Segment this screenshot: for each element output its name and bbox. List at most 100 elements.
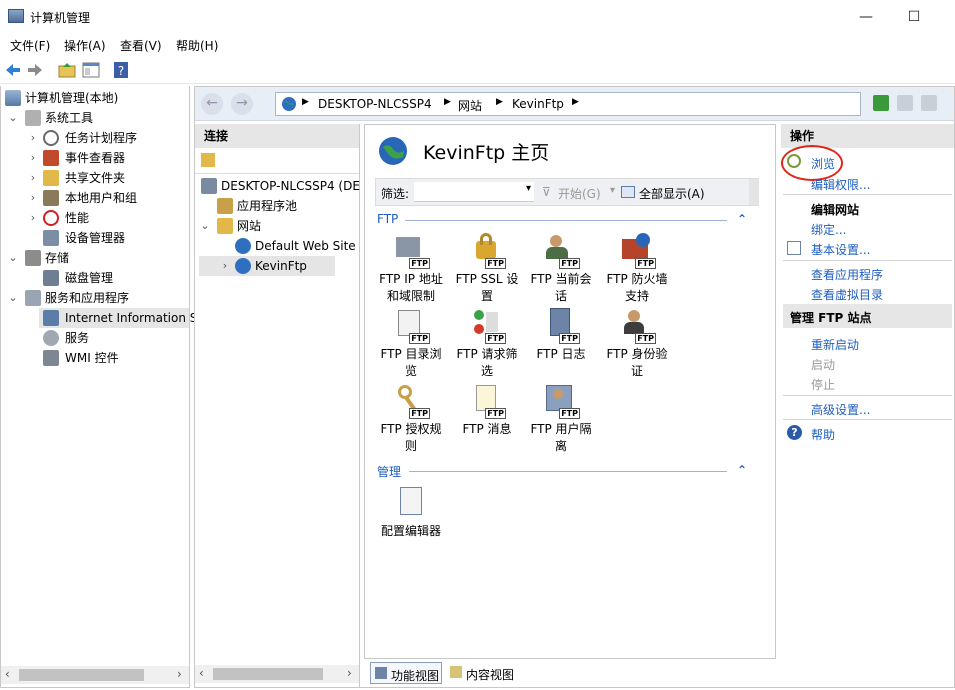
minimize-button[interactable]: — <box>846 6 886 28</box>
section-manage-ftp-site: 管理 FTP 站点 <box>790 311 872 325</box>
conn-kevinftp[interactable]: › KevinFtp <box>199 256 335 276</box>
connect-icon[interactable] <box>201 153 215 167</box>
feature-ftp-authentication[interactable]: FTP FTP 身份验证 <box>601 308 673 380</box>
maximize-button[interactable]: ☐ <box>894 6 934 28</box>
chevron-right-icon[interactable]: › <box>27 188 39 208</box>
group-management-header[interactable]: 管理 <box>377 463 401 480</box>
horizontal-scrollbar[interactable]: ‹ › <box>1 666 189 684</box>
computer-management-icon <box>8 9 24 23</box>
separator <box>783 419 952 420</box>
action-restart[interactable]: 重新启动 <box>811 336 859 353</box>
dropdown-arrow-icon[interactable]: ▾ <box>610 185 615 196</box>
authentication-icon: FTP <box>620 308 656 344</box>
users-icon <box>43 190 59 206</box>
scroll-thumb[interactable] <box>213 668 323 680</box>
scroll-thumb[interactable] <box>19 669 144 681</box>
lock-icon: FTP <box>470 233 506 269</box>
scroll-left-icon[interactable]: ‹ <box>199 666 204 680</box>
menu-help[interactable]: 帮助(H) <box>176 37 218 54</box>
scroll-right-icon[interactable]: › <box>347 666 352 680</box>
chevron-right-icon[interactable]: › <box>27 148 39 168</box>
feature-ftp-logging[interactable]: FTP FTP 日志 <box>525 308 597 363</box>
horizontal-scrollbar[interactable]: ‹ › <box>195 665 359 683</box>
scroll-left-icon[interactable]: ‹ <box>5 667 10 681</box>
chevron-up-icon[interactable]: ⌃ <box>737 212 747 226</box>
breadcrumb-sites[interactable]: 网站 <box>458 97 482 114</box>
tab-features-view[interactable]: 功能视图 <box>370 662 442 684</box>
action-bindings[interactable]: 绑定... <box>811 221 846 238</box>
globe-icon <box>379 137 407 165</box>
tree-item-iis[interactable]: Internet Information S <box>39 308 197 328</box>
action-advanced-settings[interactable]: 高级设置... <box>811 401 870 418</box>
action-start[interactable]: 启动 <box>811 356 835 373</box>
breadcrumb-arrow-icon: ▶ <box>496 97 503 107</box>
tools-icon <box>25 110 41 126</box>
chevron-down-icon[interactable]: ⌄ <box>7 288 19 308</box>
stop-icon[interactable] <box>897 95 913 111</box>
filter-input[interactable]: ▾ <box>414 182 534 202</box>
refresh-icon[interactable] <box>873 95 889 111</box>
connections-header: 连接 <box>195 124 359 148</box>
up-folder-icon[interactable] <box>58 61 76 79</box>
action-stop[interactable]: 停止 <box>811 376 835 393</box>
chevron-up-icon[interactable]: ⌃ <box>737 463 747 477</box>
request-filter-icon: FTP <box>470 308 506 344</box>
separator <box>783 260 952 261</box>
actions-pane: 操作 浏览 编辑权限... 编辑网站 绑定... 基本设置... 查看应用程序 … <box>781 124 954 687</box>
breadcrumb-server[interactable]: DESKTOP-NLCSSP4 <box>318 97 432 111</box>
chevron-down-icon[interactable]: ⌄ <box>199 216 211 236</box>
help-book-icon[interactable]: ? <box>112 61 130 79</box>
dropdown-arrow-icon[interactable]: ▾ <box>526 183 531 194</box>
chevron-down-icon[interactable]: ⌄ <box>7 108 19 128</box>
chevron-right-icon[interactable]: › <box>27 168 39 188</box>
chevron-down-icon[interactable]: ⌄ <box>7 248 19 268</box>
feature-ftp-firewall[interactable]: FTP FTP 防火墙 支持 <box>601 233 673 305</box>
address-bar[interactable]: ▶ DESKTOP-NLCSSP4 ▶ 网站 ▶ KevinFtp ▶ <box>275 92 861 116</box>
action-view-applications[interactable]: 查看应用程序 <box>811 266 883 283</box>
menu-file[interactable]: 文件(F) <box>10 37 50 54</box>
chevron-right-icon[interactable]: › <box>219 256 231 276</box>
chevron-right-icon[interactable]: › <box>27 128 39 148</box>
feature-ftp-ip-restrictions[interactable]: FTP FTP IP 地址 和域限制 <box>375 233 447 305</box>
breadcrumb-site[interactable]: KevinFtp <box>512 97 564 111</box>
feature-configuration-editor[interactable]: 配置编辑器 <box>375 485 447 540</box>
start-filter-button[interactable]: 开始(G) <box>558 185 601 202</box>
feature-ftp-ssl[interactable]: FTP FTP SSL 设置 <box>451 233 523 305</box>
back-arrow-icon[interactable] <box>4 61 22 79</box>
feature-ftp-authorization[interactable]: FTP FTP 授权规则 <box>375 383 447 455</box>
users-icon: FTP <box>544 233 580 269</box>
home-icon[interactable] <box>921 95 937 111</box>
feature-ftp-sessions[interactable]: FTP FTP 当前会话 <box>525 233 597 305</box>
configuration-editor-icon <box>394 485 428 519</box>
action-view-virtual-directories[interactable]: 查看虚拟目录 <box>811 286 883 303</box>
event-viewer-icon <box>43 150 59 166</box>
action-help[interactable]: 帮助 <box>811 426 835 443</box>
user-isolation-icon: FTP <box>544 383 580 419</box>
show-hide-tree-icon[interactable] <box>82 61 100 79</box>
menu-action[interactable]: 操作(A) <box>64 37 106 54</box>
feature-ftp-messages[interactable]: FTP FTP 消息 <box>451 383 523 438</box>
chevron-right-icon[interactable]: › <box>27 208 39 228</box>
action-edit-permissions[interactable]: 编辑权限... <box>811 176 870 193</box>
forward-button[interactable]: → <box>231 93 253 115</box>
ip-restriction-icon: FTP <box>394 233 430 269</box>
action-basic-settings[interactable]: 基本设置... <box>811 241 870 258</box>
scroll-right-icon[interactable]: › <box>177 667 182 681</box>
show-all-button[interactable]: 全部显示(A) <box>639 185 705 202</box>
features-pane: KevinFtp 主页 筛选: ▾ ⊽ 开始(G) ▾ 全部显示(A) FTP … <box>364 124 776 659</box>
feature-ftp-user-isolation[interactable]: FTP FTP 用户隔离 <box>525 383 597 455</box>
menu-view[interactable]: 查看(V) <box>120 37 162 54</box>
filter-scroll-icon[interactable] <box>749 179 759 205</box>
page-title: KevinFtp 主页 <box>423 142 550 164</box>
services-apps-icon <box>25 290 41 306</box>
tab-content-view[interactable]: 内容视图 <box>448 662 520 684</box>
globe-icon <box>235 238 251 254</box>
feature-ftp-directory-browsing[interactable]: FTP FTP 目录浏览 <box>375 308 447 380</box>
forward-arrow-icon[interactable] <box>26 61 44 79</box>
message-icon: FTP <box>470 383 506 419</box>
feature-ftp-request-filtering[interactable]: FTP FTP 请求筛选 <box>451 308 523 380</box>
group-ftp-header[interactable]: FTP <box>377 212 398 226</box>
back-button[interactable]: ← <box>201 93 223 115</box>
features-view-icon <box>375 667 387 679</box>
gear-icon <box>43 330 59 346</box>
